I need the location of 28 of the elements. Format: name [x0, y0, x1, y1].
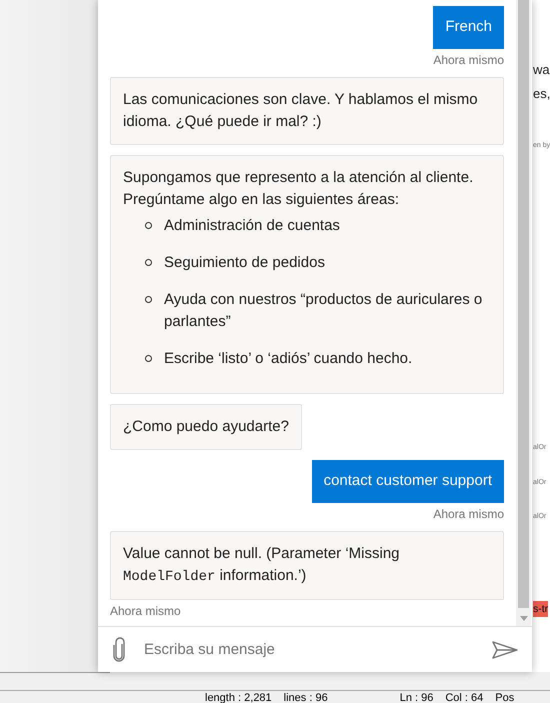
list-item: Administración de cuentas — [164, 216, 340, 236]
status-text: Ln : 96 — [400, 691, 434, 703]
status-text: lines : 96 — [284, 691, 328, 703]
user-message: French — [433, 6, 504, 49]
attach-icon[interactable] — [112, 636, 126, 662]
bullet-icon — [145, 259, 152, 266]
message-text: ¿Como puedo ayudarte? — [123, 417, 289, 437]
user-message: contact customer support — [312, 460, 504, 503]
list-item: Escribe ‘listo’ o ‘adiós’ cuando hecho. — [164, 349, 412, 369]
timestamp: Ahora mismo — [110, 604, 181, 618]
status-text: length : 2,281 — [205, 691, 272, 703]
timestamp: Ahora mismo — [433, 507, 504, 521]
scrollbar[interactable] — [516, 0, 531, 626]
bullet-icon — [145, 355, 152, 362]
status-text: Pos — [495, 691, 514, 703]
timestamp: Ahora mismo — [433, 53, 504, 67]
text-fragment: wa — [533, 62, 550, 77]
message-text: Las comunicaciones son clave. Y hablamos el mismo idioma. ¿Qué puede ir mal? :) — [123, 90, 479, 132]
message-text: Supongamos que represento a la atención al cliente. Pregúntame algo en las siguientes áreas: — [123, 168, 474, 210]
list-item: Seguimiento de pedidos — [164, 253, 325, 273]
text-fragment: es, — [533, 86, 550, 101]
message-text: Value cannot be null. (Parameter ‘Missing ModelFolder information.’) — [123, 544, 401, 587]
bullet-icon — [145, 296, 152, 303]
bullet-icon — [145, 222, 152, 229]
status-text: Col : 64 — [445, 691, 484, 703]
send-icon[interactable] — [492, 640, 518, 658]
list-item: Ayuda con nuestros “productos de auriculares o parlantes” — [164, 290, 484, 332]
tag: s-tr — [533, 601, 548, 617]
